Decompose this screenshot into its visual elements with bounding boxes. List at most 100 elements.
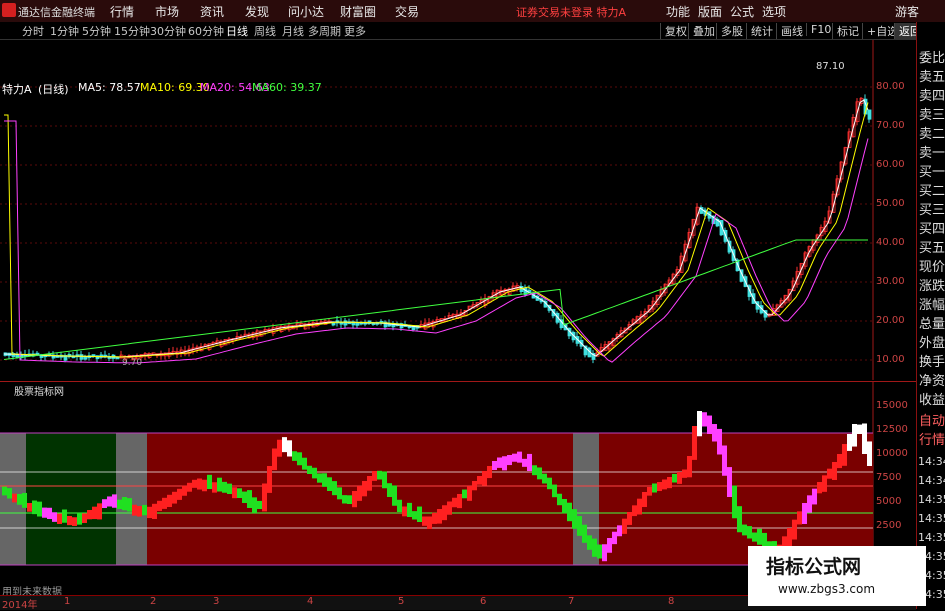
- price-tick: 70.00: [876, 120, 905, 131]
- indicator-tick: 12500: [876, 424, 908, 435]
- indicator-bar: [102, 499, 107, 508]
- tool-overlay[interactable]: 叠加: [688, 23, 715, 39]
- indicator-bar: [397, 499, 402, 512]
- menu-market[interactable]: 市场: [155, 3, 179, 20]
- menu-formula[interactable]: 公式: [730, 3, 754, 20]
- menu-discover[interactable]: 发现: [245, 3, 269, 20]
- indicator-bar: [537, 467, 542, 480]
- period-30min[interactable]: 30分钟: [150, 23, 186, 39]
- period-15min[interactable]: 15分钟: [114, 23, 150, 39]
- menu-options[interactable]: 选项: [762, 3, 786, 20]
- indicator-bar: [327, 477, 332, 491]
- indicator-bar: [482, 471, 487, 486]
- indicator-bar: [197, 478, 202, 490]
- period-daily[interactable]: 日线: [226, 23, 248, 39]
- indicator-bar: [572, 509, 577, 529]
- side-label: 涨跌: [919, 279, 945, 294]
- indicator-bar: [212, 482, 217, 493]
- time-label: 2: [150, 596, 157, 607]
- menu-wealth[interactable]: 财富圈: [340, 3, 376, 20]
- trade-time: 14:34: [918, 455, 945, 468]
- indicator-bar: [332, 481, 337, 496]
- indicator-bar: [407, 502, 412, 517]
- indicator-bar: [627, 512, 632, 525]
- indicator-bar: [167, 494, 172, 507]
- auto-quote-label[interactable]: 行情: [919, 429, 945, 448]
- indicator-bar: [547, 477, 552, 490]
- indicator-tick: 2500: [876, 520, 902, 531]
- title-bar: 通达信金融终端 行情 市场 资讯 发现 问小达 财富圈 交易 证券交易未登录 特…: [0, 0, 945, 23]
- indicator-bar: [82, 513, 87, 523]
- tool-f10[interactable]: F10: [806, 23, 831, 36]
- time-label: 8: [668, 596, 675, 607]
- price-tick: 80.00: [876, 81, 905, 92]
- indicator-bar: [752, 532, 757, 542]
- indicator-bar: [377, 470, 382, 480]
- indicator-bar: [142, 504, 147, 516]
- indicator-bar: [257, 500, 262, 509]
- indicator-tick: 5000: [876, 496, 902, 507]
- indicator-bar: [272, 448, 277, 471]
- menu-function[interactable]: 功能: [666, 3, 690, 20]
- period-multi[interactable]: 多周期: [308, 23, 341, 39]
- indicator-bar: [677, 472, 682, 484]
- indicator-bar: [277, 439, 282, 457]
- indicator-bar: [302, 457, 307, 470]
- indicator-bar: [72, 517, 77, 526]
- indicator-bar: [747, 526, 752, 539]
- menu-trade[interactable]: 交易: [395, 3, 419, 20]
- trade-time: 14:35: [918, 512, 945, 525]
- period-monthly[interactable]: 月线: [282, 23, 304, 39]
- indicator-bar: [352, 491, 357, 508]
- indicator-bar: [852, 424, 857, 447]
- indicator-bar: [552, 484, 557, 498]
- indicator-bar: [657, 482, 662, 492]
- time-label: 5: [398, 596, 405, 607]
- indicator-bar: [322, 473, 327, 487]
- period-more[interactable]: 更多: [344, 23, 366, 39]
- side-label: 收益: [919, 393, 945, 408]
- side-label: 外盘: [919, 336, 945, 351]
- menu-quotes[interactable]: 行情: [110, 3, 134, 20]
- period-intraday[interactable]: 分时: [22, 23, 44, 39]
- indicator-bar: [442, 505, 447, 521]
- period-weekly[interactable]: 周线: [254, 23, 276, 39]
- candle-body: [343, 320, 348, 326]
- tool-add-watch[interactable]: +自选: [862, 23, 898, 39]
- tool-mark[interactable]: 标记: [832, 23, 859, 39]
- indicator-bar: [832, 462, 837, 481]
- indicator-bar: [202, 479, 207, 492]
- price-tick: 50.00: [876, 198, 905, 209]
- tool-draw[interactable]: 画线: [776, 23, 803, 39]
- indicator-bar: [622, 518, 627, 534]
- period-60min[interactable]: 60分钟: [188, 23, 224, 39]
- menu-news[interactable]: 资讯: [200, 3, 224, 20]
- indicator-bar: [382, 471, 387, 489]
- price-tick: 20.00: [876, 315, 905, 326]
- period-1min[interactable]: 1分钟: [50, 23, 79, 39]
- trade-time: 14:35: [918, 531, 945, 544]
- menu-ask[interactable]: 问小达: [288, 3, 324, 20]
- tool-rights[interactable]: 复权: [660, 23, 687, 39]
- indicator-bar: [317, 473, 322, 483]
- indicator-bar: [847, 434, 852, 451]
- indicator-bar: [412, 511, 417, 520]
- indicator-bar: [562, 498, 567, 514]
- low-price-marker: 9.70: [122, 358, 143, 368]
- indicator-bar: [117, 499, 122, 509]
- indicator-bar: [797, 511, 802, 525]
- indicator-bar: [507, 455, 512, 466]
- tool-stats[interactable]: 统计: [746, 23, 773, 39]
- side-label: 买四: [919, 222, 945, 237]
- indicator-bar: [357, 486, 362, 501]
- indicator-tick: 15000: [876, 400, 908, 411]
- indicator-bar: [402, 506, 407, 517]
- tool-multi-stock[interactable]: 多股: [716, 23, 743, 39]
- menu-layout[interactable]: 版面: [698, 3, 722, 20]
- menu-guest[interactable]: 游客: [895, 3, 919, 20]
- indicator-bar: [152, 503, 157, 520]
- period-5min[interactable]: 5分钟: [82, 23, 111, 39]
- auto-quote-label[interactable]: 自动: [919, 410, 945, 429]
- candlestick-chart[interactable]: 特力A (日线) MA5: 78.57 MA10: 69.30 MA20: 54…: [0, 40, 916, 380]
- side-label: 买二: [919, 184, 945, 199]
